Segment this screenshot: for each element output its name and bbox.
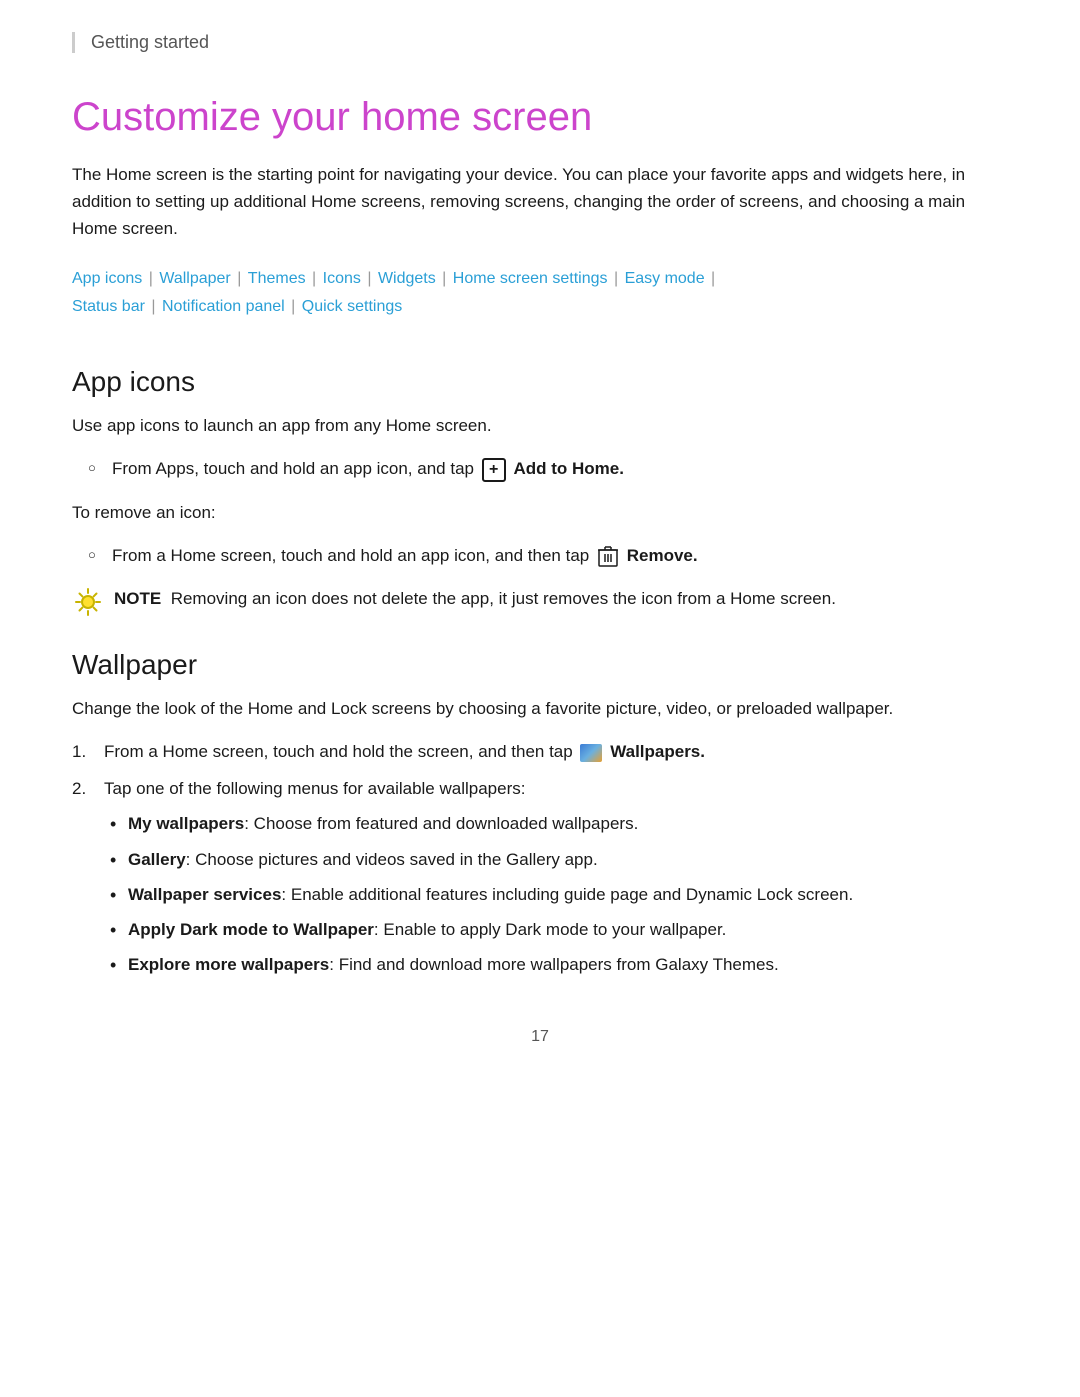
wallpaper-title: Wallpaper (72, 649, 1008, 681)
sub-item-3-bold: Wallpaper services (128, 885, 281, 904)
sub-item-1-text: : Choose from featured and downloaded wa… (244, 814, 638, 833)
toc-link-status-bar[interactable]: Status bar (72, 298, 145, 315)
toc-links: App icons | Wallpaper | Themes | Icons |… (72, 265, 1008, 323)
toc-link-easy-mode[interactable]: Easy mode (625, 270, 705, 287)
trash-icon (597, 545, 619, 567)
bullet1-bold: Add to Home. (513, 459, 624, 478)
wallpaper-section: Wallpaper Change the look of the Home an… (72, 649, 1008, 979)
page-container: Getting started Customize your home scre… (0, 0, 1080, 1397)
wallpaper-sub-item-1: My wallpapers: Choose from featured and … (104, 810, 1008, 837)
step1-pre: From a Home screen, touch and hold the s… (104, 742, 573, 761)
toc-link-wallpaper[interactable]: Wallpaper (159, 270, 230, 287)
add-to-home-icon: + (482, 458, 506, 482)
remove-icon-bullet-list: From a Home screen, touch and hold an ap… (72, 542, 1008, 569)
step1-bold: Wallpapers. (610, 742, 705, 761)
sub-item-2-text: : Choose pictures and videos saved in th… (186, 850, 598, 869)
sub-item-5-bold: Explore more wallpapers (128, 955, 329, 974)
toc-separator-3: | (308, 270, 321, 287)
remove-icon-intro: To remove an icon: (72, 499, 1008, 526)
wallpaper-step-2: Tap one of the following menus for avail… (72, 775, 1008, 978)
sub-item-4-text: : Enable to apply Dark mode to your wall… (374, 920, 726, 939)
toc-link-home-screen-settings[interactable]: Home screen settings (453, 270, 608, 287)
bullet2-text: From a Home screen, touch and hold an ap… (112, 546, 589, 565)
toc-link-icons[interactable]: Icons (323, 270, 361, 287)
wallpaper-step-1: From a Home screen, touch and hold the s… (72, 738, 1008, 765)
app-icons-intro: Use app icons to launch an app from any … (72, 412, 1008, 439)
sub-item-4-bold: Apply Dark mode to Wallpaper (128, 920, 374, 939)
toc-link-app-icons[interactable]: App icons (72, 270, 142, 287)
wallpaper-ordered-list: From a Home screen, touch and hold the s… (72, 738, 1008, 978)
wallpaper-sub-item-5: Explore more wallpapers: Find and downlo… (104, 951, 1008, 978)
toc-separator-1: | (144, 270, 157, 287)
wallpaper-sub-item-2: Gallery: Choose pictures and videos save… (104, 846, 1008, 873)
note-label: NOTE (114, 589, 161, 608)
wallpaper-sub-item-3: Wallpaper services: Enable additional fe… (104, 881, 1008, 908)
wallpaper-intro: Change the look of the Home and Lock scr… (72, 695, 1008, 722)
sub-item-3-text: : Enable additional features including g… (281, 885, 853, 904)
toc-separator-7: | (707, 270, 716, 287)
sub-item-1-bold: My wallpapers (128, 814, 244, 833)
page-number: 17 (72, 1028, 1008, 1046)
toc-link-quick-settings[interactable]: Quick settings (302, 298, 402, 315)
app-icons-bullet-1: From Apps, touch and hold an app icon, a… (72, 455, 1008, 482)
toc-separator-5: | (438, 270, 451, 287)
step2-text: Tap one of the following menus for avail… (104, 779, 525, 798)
toc-separator-6: | (610, 270, 623, 287)
toc-separator-2: | (233, 270, 246, 287)
toc-link-notification-panel[interactable]: Notification panel (162, 298, 285, 315)
note-box: NOTE Removing an icon does not delete th… (72, 585, 1008, 619)
app-icons-bullet-list: From Apps, touch and hold an app icon, a… (72, 455, 1008, 482)
wallpaper-sub-list: My wallpapers: Choose from featured and … (104, 810, 1008, 978)
sub-item-5-text: : Find and download more wallpapers from… (329, 955, 778, 974)
getting-started-bar: Getting started (72, 32, 1008, 53)
remove-icon-bullet: From a Home screen, touch and hold an ap… (72, 542, 1008, 569)
app-icons-section: App icons Use app icons to launch an app… (72, 366, 1008, 619)
intro-text: The Home screen is the starting point fo… (72, 161, 1008, 243)
bullet2-bold: Remove. (627, 546, 698, 565)
toc-link-widgets[interactable]: Widgets (378, 270, 436, 287)
sub-item-2-bold: Gallery (128, 850, 186, 869)
wallpapers-icon (580, 744, 602, 762)
note-lightbulb-icon (72, 587, 104, 619)
toc-separator-9: | (287, 298, 300, 315)
toc-link-themes[interactable]: Themes (248, 270, 306, 287)
wallpaper-sub-item-4: Apply Dark mode to Wallpaper: Enable to … (104, 916, 1008, 943)
toc-separator-8: | (147, 298, 160, 315)
note-content: NOTE Removing an icon does not delete th… (114, 585, 836, 612)
note-body-text: Removing an icon does not delete the app… (171, 589, 836, 608)
app-icons-title: App icons (72, 366, 1008, 398)
getting-started-label: Getting started (91, 32, 209, 52)
bullet1-text: From Apps, touch and hold an app icon, a… (112, 459, 474, 478)
page-title: Customize your home screen (72, 93, 1008, 141)
toc-separator-4: | (363, 270, 376, 287)
